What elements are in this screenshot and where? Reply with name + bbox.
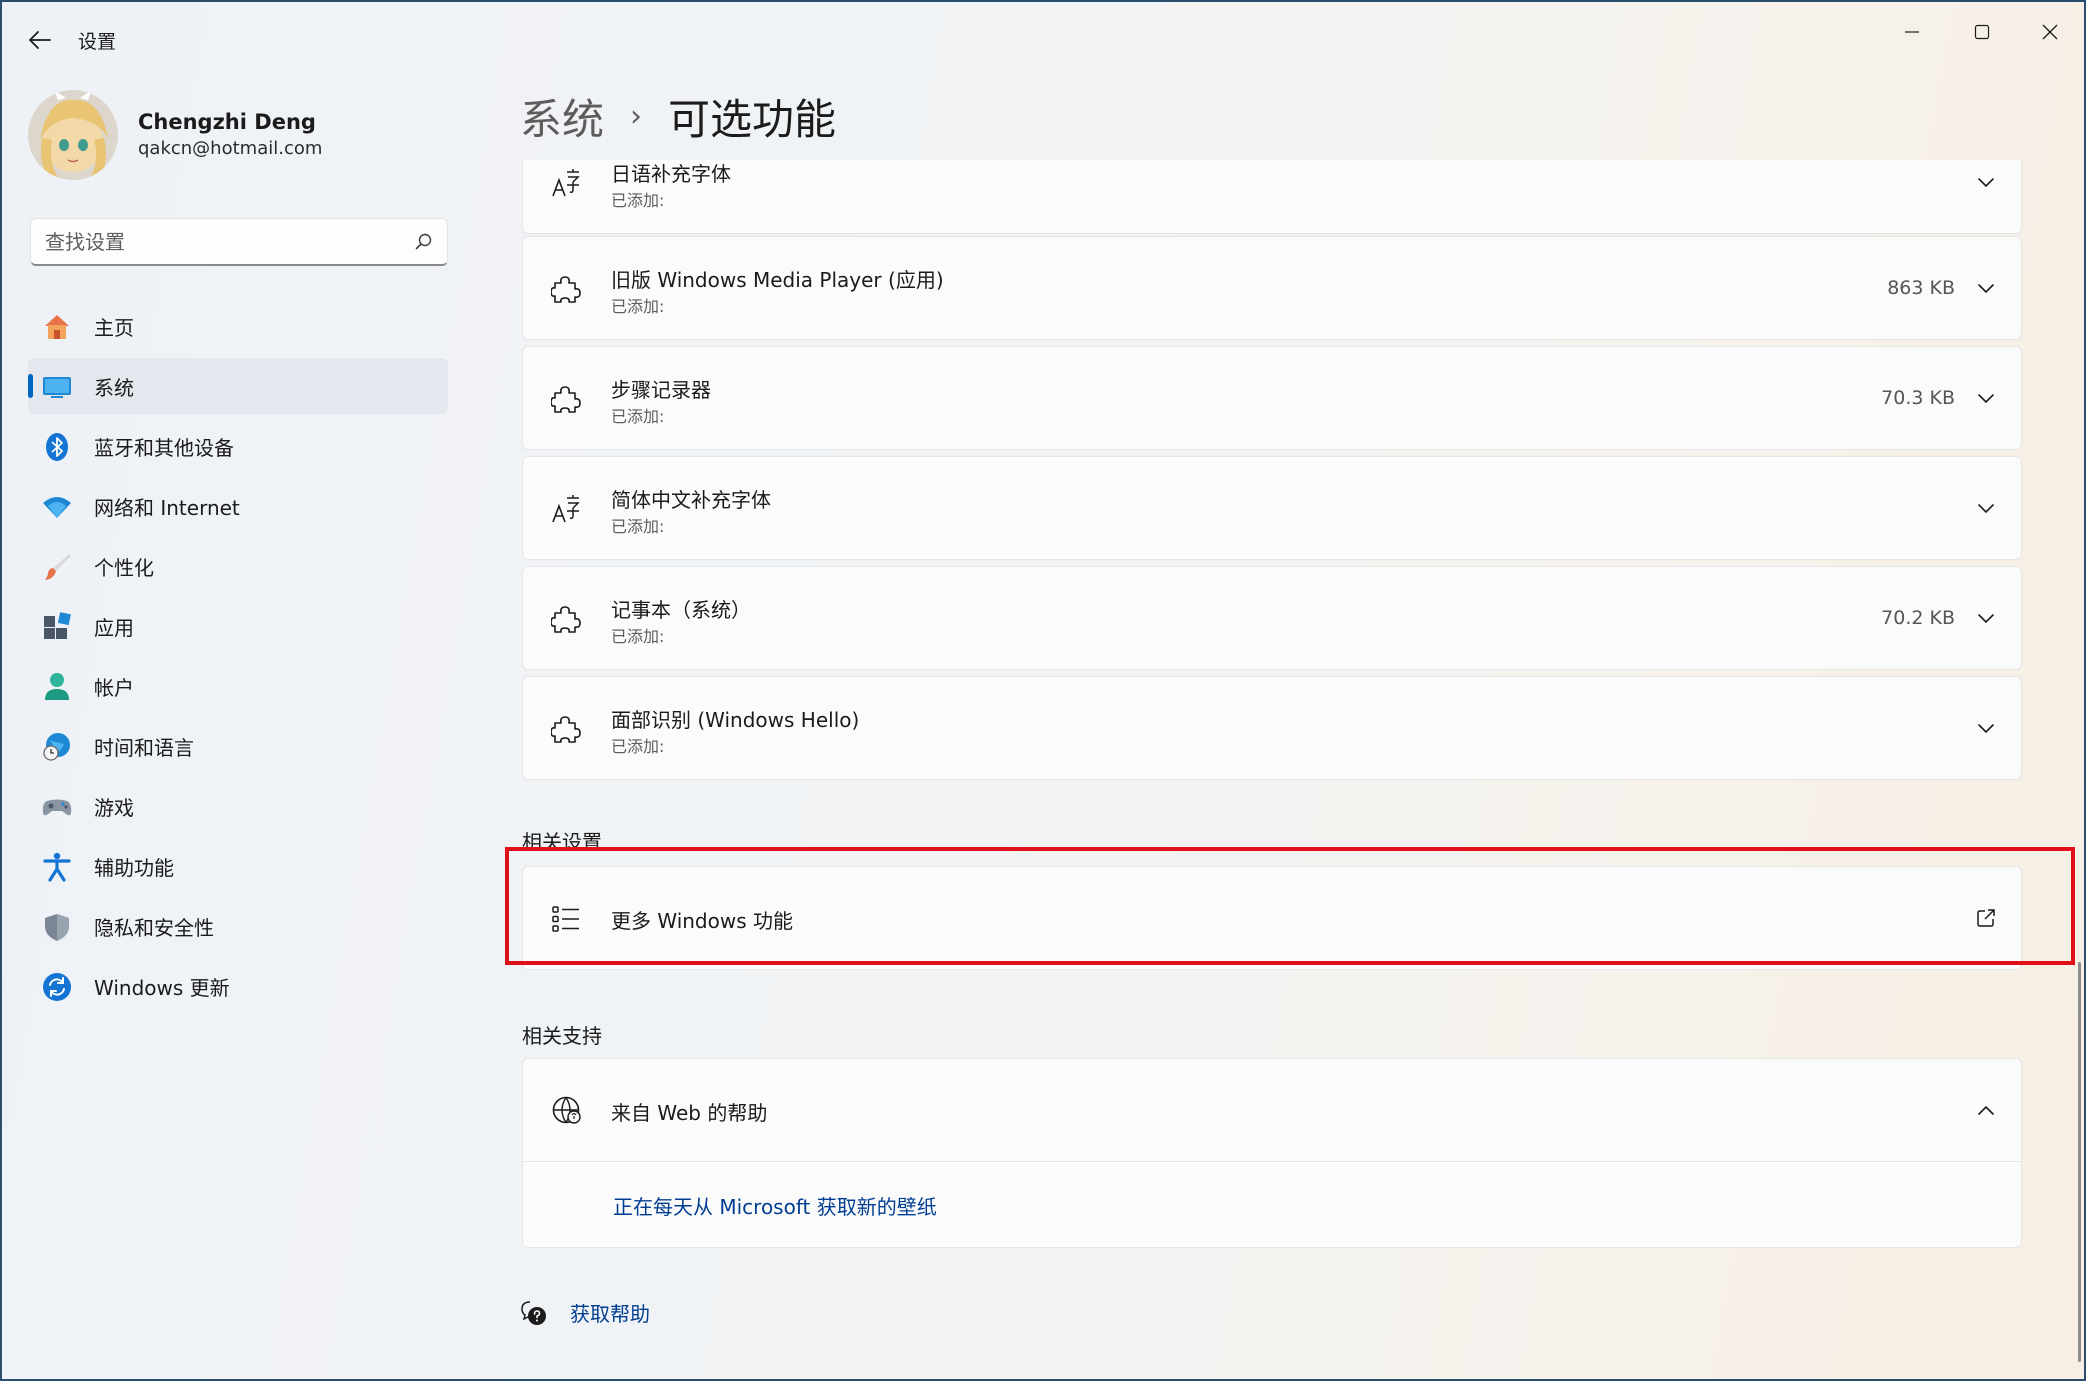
- close-button[interactable]: [2020, 10, 2080, 54]
- chevron-down-icon[interactable]: [1975, 277, 1997, 299]
- feature-card[interactable]: 记事本（系统） 已添加: 70.2 KB: [522, 566, 2022, 670]
- chevron-up-icon[interactable]: [1975, 1099, 1997, 1121]
- feature-title: 日语补充字体: [611, 162, 731, 186]
- chevron-down-icon[interactable]: [1975, 497, 1997, 519]
- minimize-icon: [1905, 31, 1919, 33]
- feature-size: 70.2 KB: [1881, 607, 1955, 629]
- minimize-button[interactable]: [1882, 10, 1942, 54]
- app-title: 设置: [78, 31, 117, 53]
- feature-card[interactable]: 旧版 Windows Media Player (应用) 已添加: 863 KB: [522, 236, 2022, 340]
- puzzle-icon: [551, 714, 581, 744]
- help-from-web-label: 来自 Web 的帮助: [611, 1101, 768, 1125]
- feature-status: 已添加:: [611, 627, 665, 646]
- user-name: Chengzhi Deng: [138, 110, 316, 134]
- feature-status: 已添加:: [611, 517, 665, 536]
- feature-title: 记事本（系统）: [611, 598, 751, 622]
- title-bar: 设置: [2, 2, 2084, 74]
- divider: [523, 1161, 2021, 1162]
- font-icon: [551, 494, 581, 524]
- get-help-link[interactable]: 获取帮助: [520, 1298, 650, 1327]
- back-arrow-icon: [29, 31, 51, 49]
- feature-title: 简体中文补充字体: [611, 488, 771, 512]
- feature-status: 已添加:: [611, 407, 665, 426]
- help-link[interactable]: 正在每天从 Microsoft 获取新的壁纸: [613, 1191, 937, 1220]
- globe-icon: [551, 1095, 581, 1125]
- maximize-icon: [1974, 24, 1990, 40]
- maximize-button[interactable]: [1952, 10, 2012, 54]
- feature-status: 已添加:: [611, 191, 665, 210]
- feature-card[interactable]: 日语补充字体 已添加:: [522, 160, 2022, 234]
- help-chat-icon: [521, 1300, 546, 1325]
- feature-status: 已添加:: [611, 297, 665, 316]
- feature-size: 70.3 KB: [1881, 387, 1955, 409]
- help-from-web-header[interactable]: 来自 Web 的帮助: [523, 1059, 2021, 1161]
- vertical-scrollbar[interactable]: [2078, 962, 2081, 1362]
- breadcrumb: 系统 › 可选功能: [520, 86, 836, 146]
- puzzle-icon: [551, 604, 581, 634]
- breadcrumb-parent[interactable]: 系统: [520, 86, 604, 147]
- feature-status: 已添加:: [611, 737, 665, 756]
- puzzle-icon: [551, 274, 581, 304]
- feature-title: 旧版 Windows Media Player (应用): [611, 268, 944, 292]
- feature-title: 面部识别 (Windows Hello): [611, 708, 860, 732]
- feature-size: 863 KB: [1887, 277, 1955, 299]
- puzzle-icon: [551, 384, 581, 414]
- feature-card[interactable]: 面部识别 (Windows Hello) 已添加:: [522, 676, 2022, 780]
- highlight-annotation: [505, 847, 2075, 965]
- settings-window: 设置 Chengzhi Deng qakcn@hotmail.com 查找设置 …: [0, 0, 2086, 1381]
- back-button[interactable]: [22, 22, 58, 58]
- breadcrumb-separator: ›: [630, 98, 643, 134]
- close-icon: [2042, 24, 2058, 40]
- chevron-down-icon[interactable]: [1975, 607, 1997, 629]
- feature-card[interactable]: 简体中文补充字体 已添加:: [522, 456, 2022, 560]
- user-email: qakcn@hotmail.com: [138, 138, 323, 159]
- chevron-down-icon[interactable]: [1975, 717, 1997, 739]
- chevron-down-icon[interactable]: [1975, 387, 1997, 409]
- related-support-title: 相关支持: [522, 1024, 602, 1048]
- font-icon: [551, 168, 581, 198]
- page-title: 可选功能: [668, 94, 837, 144]
- feature-title: 步骤记录器: [611, 378, 711, 402]
- content-area: 日语补充字体 已添加: 旧版 Windows Media Player (应用)…: [2, 160, 2084, 1379]
- chevron-down-icon[interactable]: [1975, 171, 1997, 193]
- feature-card[interactable]: 步骤记录器 已添加: 70.3 KB: [522, 346, 2022, 450]
- get-help-label: 获取帮助: [570, 1302, 650, 1326]
- help-from-web-card: 来自 Web 的帮助 正在每天从 Microsoft 获取新的壁纸: [522, 1058, 2022, 1248]
